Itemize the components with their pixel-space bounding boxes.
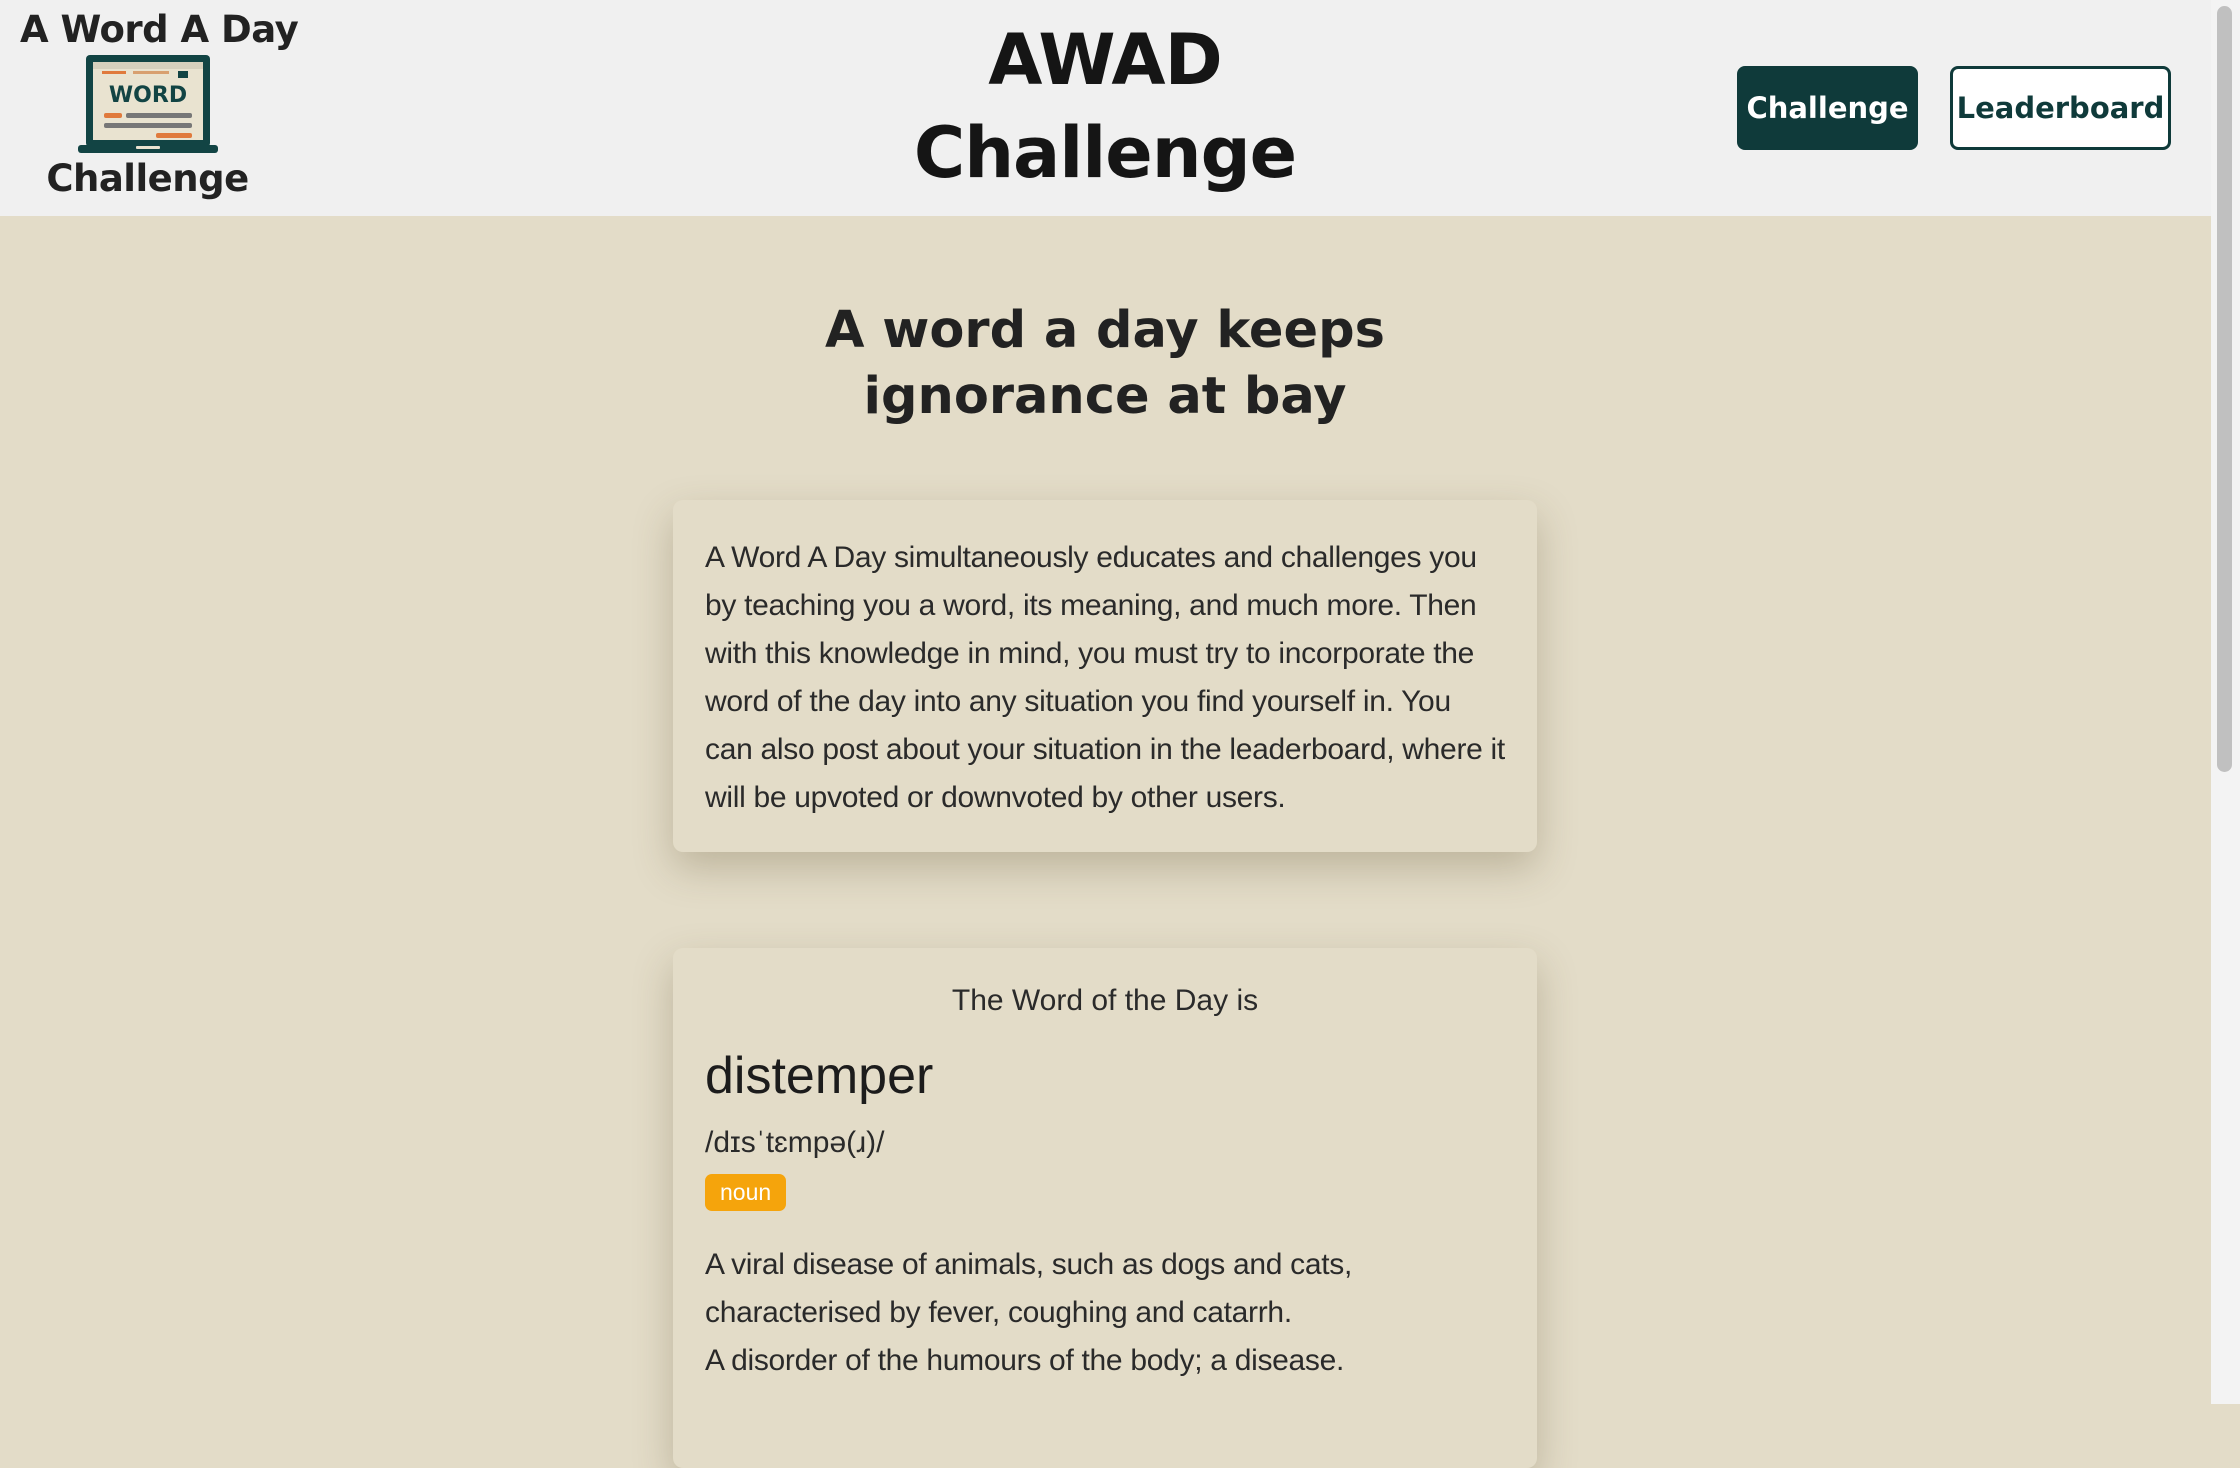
intro-card: A Word A Day simultaneously educates and… bbox=[673, 500, 1537, 852]
word-of-the-day-card: The Word of the Day is distemper /dɪsˈtɛ… bbox=[673, 948, 1537, 1468]
pronunciation: /dɪsˈtɛmpə(ɹ)/ bbox=[705, 1126, 885, 1159]
page-tagline: A word a day keeps ignorance at bay bbox=[825, 301, 1385, 426]
challenge-button[interactable]: Challenge bbox=[1737, 66, 1918, 150]
logo-icon-word: WORD bbox=[108, 83, 186, 108]
leaderboard-button[interactable]: Leaderboard bbox=[1950, 66, 2171, 150]
intro-text: A Word A Day simultaneously educates and… bbox=[705, 541, 1505, 814]
definition-item: A viral disease of animals, such as dogs… bbox=[705, 1248, 1353, 1329]
site-header: A Word A Day WORD Challenge AWAD Challen… bbox=[0, 0, 2211, 216]
site-title-line1: AWAD bbox=[988, 19, 1222, 101]
logo-bottom-text: Challenge bbox=[46, 157, 249, 200]
definition-item: A disorder of the humours of the body; a… bbox=[705, 1344, 1345, 1377]
part-of-speech-badge: noun bbox=[705, 1174, 787, 1211]
word-of-the-day-label: The Word of the Day is bbox=[951, 984, 1259, 1017]
site-title: AWAD Challenge bbox=[905, 14, 1305, 200]
site-logo[interactable]: A Word A Day WORD Challenge bbox=[20, 8, 299, 200]
laptop-word-icon: WORD bbox=[77, 55, 218, 153]
scrollbar-thumb[interactable] bbox=[2217, 6, 2232, 772]
logo-top-text: A Word A Day bbox=[20, 8, 299, 51]
word-title: distemper bbox=[705, 1047, 934, 1105]
definition-list: A viral disease of animals, such as dogs… bbox=[705, 1241, 1505, 1385]
site-title-line2: Challenge bbox=[913, 112, 1297, 194]
